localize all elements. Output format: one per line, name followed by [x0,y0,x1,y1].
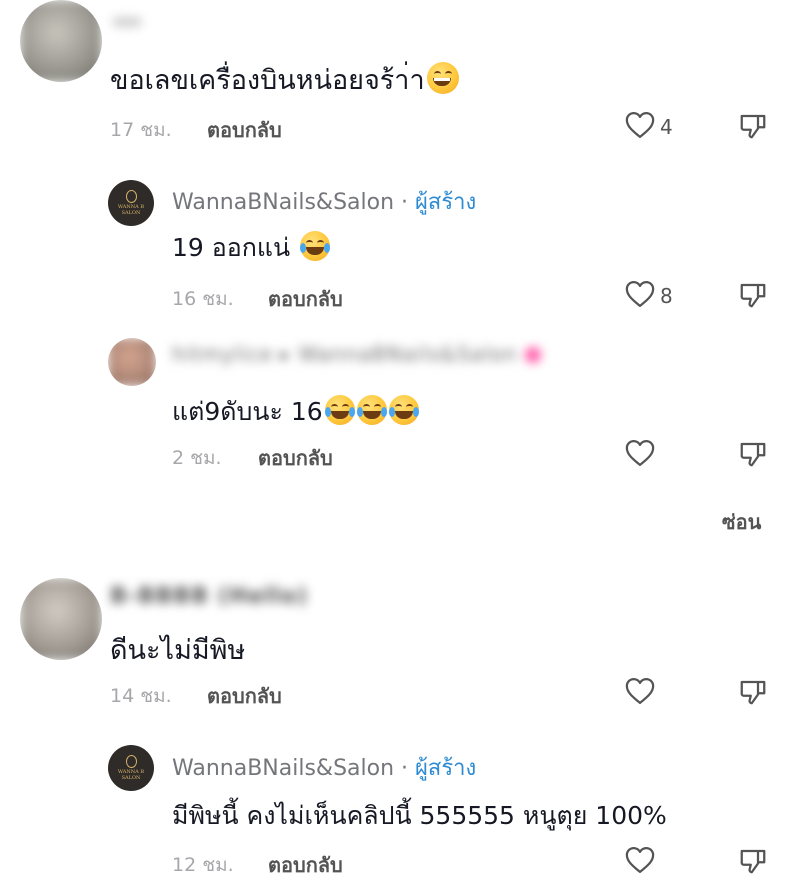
tears-of-joy-emoji [324,395,355,425]
comment-text: ขอเลขเครื่องบินหน่อยจร้า่า [110,58,459,101]
creator-avatar[interactable]: WANNA B SALON [108,745,154,791]
reply-button[interactable]: ตอบกลับ [268,849,343,881]
like-button[interactable] [625,280,655,312]
like-button[interactable] [625,439,655,471]
reply-button[interactable]: ตอบกลับ [207,114,282,146]
dislike-button[interactable] [738,280,768,314]
reply-text: แต่9ดับนะ 16 [172,392,419,432]
tears-of-joy-emoji [300,231,331,261]
like-button[interactable] [625,111,655,143]
dislike-icon [740,114,766,139]
like-button[interactable] [625,677,655,709]
heart-icon [625,440,655,466]
logo-text: SALON [121,210,141,216]
reply-author[interactable]: WannaBNails&Salon · ผู้สร้าง [172,184,476,219]
avatar[interactable] [20,578,102,660]
dislike-button[interactable] [738,846,768,880]
reply-author[interactable]: WannaBNails&Salon · ผู้สร้าง [172,750,476,785]
tears-of-joy-emoji [356,395,387,425]
avatar[interactable] [108,338,156,386]
reply-button[interactable]: ตอบกลับ [258,442,333,474]
comment-text: ดีนะไม่มีพิษ [110,635,246,666]
dislike-button[interactable] [738,111,768,145]
dislike-icon [740,442,766,467]
author-name[interactable]: WannaBNails&Salon [172,756,394,781]
author-name[interactable]: WannaBNails&Salon [172,190,394,215]
comment-author-name[interactable] [112,8,152,32]
creator-avatar[interactable]: WANNA B SALON [108,180,154,226]
comment-time: 17 ชม. [110,119,172,141]
heart-icon [625,678,655,704]
separator: · [394,756,416,781]
reply-time: 2 ชม. [172,447,222,469]
reply-button[interactable]: ตอบกลับ [207,680,282,712]
reply-time: 16 ชม. [172,288,234,310]
reply-time: 12 ชม. [172,854,234,876]
like-count: 8 [660,284,673,308]
hide-replies-button[interactable]: ซ่อน [722,506,761,538]
like-count: 4 [660,115,673,139]
creator-badge: ผู้สร้าง [415,756,477,781]
heart-icon [625,112,655,138]
reply-text: มีพิษนี้ คงไม่เห็นคลิปนี้ 555555 หนูตุย … [172,801,667,830]
heart-emoji [524,347,541,363]
dislike-icon [740,849,766,874]
dislike-icon [740,680,766,705]
reply-author-blurred[interactable]: hitmylice ▸ WannaBNails&Salon [172,342,541,366]
reply-text: 19 ออกแน่ [172,228,331,268]
creator-badge: ผู้สร้าง [415,190,477,215]
salon-logo-icon [125,190,137,203]
dislike-button[interactable] [738,677,768,711]
reply-button[interactable]: ตอบกลับ [268,283,343,315]
dislike-button[interactable] [738,439,768,473]
logo-text: SALON [121,775,141,781]
salon-logo-icon [125,755,137,768]
heart-icon [625,281,655,307]
grin-emoji [426,62,459,94]
comment-author-blurred[interactable]: B-BBBB (Hello) [110,584,308,609]
like-button[interactable] [625,846,655,878]
dislike-icon [740,283,766,308]
comment-time: 14 ชม. [110,685,172,707]
tears-of-joy-emoji [388,395,419,425]
separator: · [394,190,416,215]
avatar[interactable] [20,0,102,82]
heart-icon [625,847,655,873]
